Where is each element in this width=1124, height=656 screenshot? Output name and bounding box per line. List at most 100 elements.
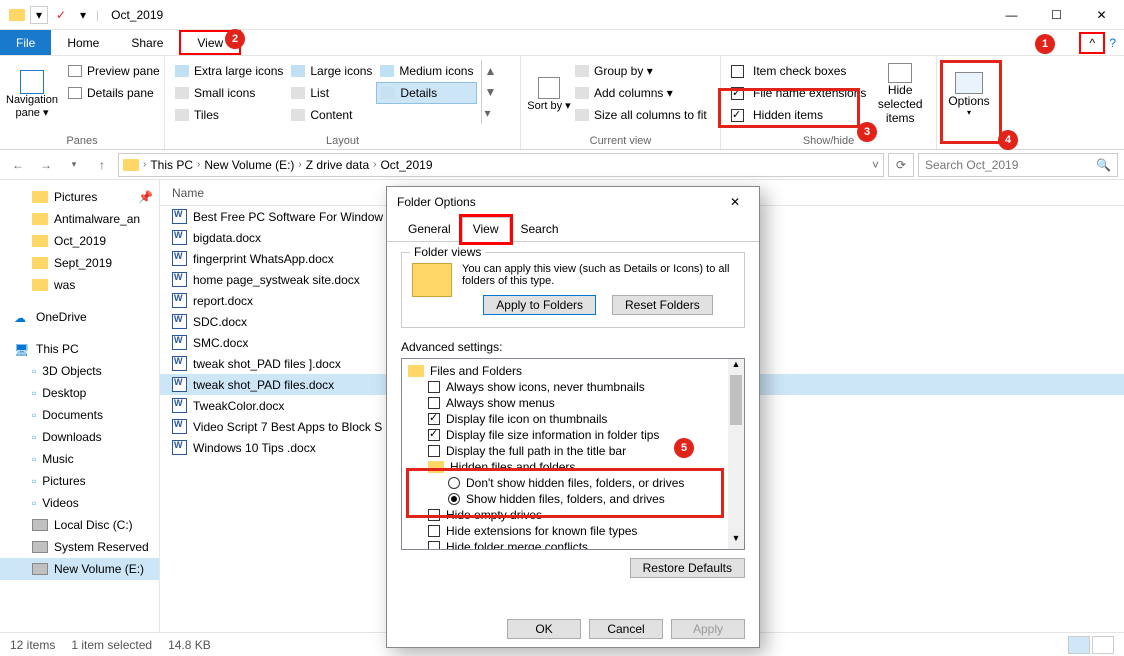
content-view-button[interactable]: Content xyxy=(287,104,376,126)
properties-icon[interactable]: ✓ xyxy=(52,6,70,24)
maximize-button[interactable]: ☐ xyxy=(1034,0,1079,30)
large-icons-button[interactable]: Large icons xyxy=(287,60,376,82)
word-document-icon xyxy=(172,230,187,245)
tab-file[interactable]: File xyxy=(0,30,51,55)
details-pane-button[interactable]: Details pane xyxy=(64,82,164,104)
forward-button[interactable]: → xyxy=(34,153,58,177)
word-document-icon xyxy=(172,398,187,413)
sidebar-item[interactable]: ▫Music xyxy=(0,448,159,470)
collapse-ribbon-button[interactable]: ^ xyxy=(1079,32,1105,54)
sidebar-item[interactable]: ▫Downloads xyxy=(0,426,159,448)
sidebar-item-this-pc[interactable]: 🖥This PC xyxy=(0,338,159,360)
word-document-icon xyxy=(172,314,187,329)
sidebar-item[interactable]: ▫Desktop xyxy=(0,382,159,404)
navigation-tree[interactable]: Pictures📌 Antimalware_an Oct_2019 Sept_2… xyxy=(0,180,160,632)
back-button[interactable]: ← xyxy=(6,153,30,177)
status-selected-count: 1 item selected xyxy=(71,638,152,652)
up-button[interactable]: ↑ xyxy=(90,153,114,177)
details-view-switch[interactable] xyxy=(1068,636,1090,654)
window-title: Oct_2019 xyxy=(111,8,163,22)
list-view-button[interactable]: List xyxy=(287,82,376,104)
refresh-button[interactable]: ⟳ xyxy=(888,153,914,177)
ok-button[interactable]: OK xyxy=(507,619,581,639)
sidebar-item[interactable]: Local Disc (C:) xyxy=(0,514,159,536)
advanced-setting-checkbox[interactable]: Hide folder merge conflicts xyxy=(406,539,724,550)
sidebar-item[interactable]: was xyxy=(0,274,159,296)
show-hidden-radio[interactable]: Show hidden files, folders, and drives xyxy=(406,491,724,507)
quick-access-dropdown-icon[interactable]: ▾ xyxy=(30,6,48,24)
dialog-close-button[interactable]: ✕ xyxy=(721,191,749,213)
details-view-button[interactable]: Details xyxy=(376,82,477,104)
breadcrumb-segment: Oct_2019 xyxy=(380,158,432,172)
dialog-tab-view[interactable]: View xyxy=(462,217,510,242)
sidebar-item[interactable]: System Reserved xyxy=(0,536,159,558)
sidebar-item[interactable]: ▫Videos xyxy=(0,492,159,514)
advanced-setting-checkbox[interactable]: Hide extensions for known file types xyxy=(406,523,724,539)
sidebar-item[interactable]: ▫Pictures xyxy=(0,470,159,492)
word-document-icon xyxy=(172,356,187,371)
reset-folders-button[interactable]: Reset Folders xyxy=(612,295,713,315)
word-document-icon xyxy=(172,440,187,455)
sidebar-item[interactable]: Sept_2019 xyxy=(0,252,159,274)
preview-pane-button[interactable]: Preview pane xyxy=(64,60,164,82)
close-button[interactable]: ✕ xyxy=(1079,0,1124,30)
advanced-setting-checkbox[interactable]: Always show menus xyxy=(406,395,724,411)
word-document-icon xyxy=(172,251,187,266)
sidebar-item[interactable]: ▫Documents xyxy=(0,404,159,426)
sidebar-item-onedrive[interactable]: ☁OneDrive xyxy=(0,306,159,328)
breadcrumb-segment: Z drive data xyxy=(306,158,369,172)
sidebar-item[interactable]: ▫3D Objects xyxy=(0,360,159,382)
dialog-tab-search[interactable]: Search xyxy=(510,217,570,241)
item-check-boxes-toggle[interactable]: Item check boxes xyxy=(727,60,870,82)
group-by-button[interactable]: Group by ▾ xyxy=(571,60,711,82)
apply-to-folders-button[interactable]: Apply to Folders xyxy=(483,295,596,315)
sidebar-item[interactable]: Antimalware_an xyxy=(0,208,159,230)
layout-scroll-icon[interactable]: ▲▼▾ xyxy=(481,60,495,124)
dont-show-hidden-radio[interactable]: Don't show hidden files, folders, or dri… xyxy=(406,475,724,491)
extra-large-icons-button[interactable]: Extra large icons xyxy=(171,60,287,82)
sort-by-button[interactable]: Sort by ▾ xyxy=(527,60,571,128)
qat-overflow-icon[interactable]: ▾ xyxy=(74,6,92,24)
add-columns-button[interactable]: Add columns ▾ xyxy=(571,82,711,104)
small-icons-button[interactable]: Small icons xyxy=(171,82,287,104)
hide-selected-items-button[interactable]: Hide selected items xyxy=(870,60,930,128)
annotation-badge-5: 5 xyxy=(674,438,694,458)
search-input[interactable]: Search Oct_2019 🔍 xyxy=(918,153,1118,177)
sidebar-item[interactable]: New Volume (E:) xyxy=(0,558,159,580)
breadcrumb-dropdown-icon[interactable]: ˅ xyxy=(872,158,879,172)
breadcrumb-folder-icon xyxy=(123,159,139,171)
navigation-pane-button[interactable]: Navigation pane ▾ xyxy=(6,60,58,128)
tiles-view-button[interactable]: Tiles xyxy=(171,104,287,126)
help-icon[interactable]: ? xyxy=(1109,36,1116,50)
medium-icons-button[interactable]: Medium icons xyxy=(376,60,477,82)
advanced-settings-scrollbar[interactable]: ▲ ▼ xyxy=(728,359,744,549)
options-button[interactable]: Options ▾ xyxy=(943,60,995,128)
breadcrumb-segment: This PC xyxy=(150,158,193,172)
hidden-items-toggle[interactable]: Hidden items xyxy=(727,104,870,126)
word-document-icon xyxy=(172,377,187,392)
minimize-button[interactable]: — xyxy=(989,0,1034,30)
apply-button[interactable]: Apply xyxy=(671,619,745,639)
advanced-setting-checkbox[interactable]: Hide empty drives xyxy=(406,507,724,523)
advanced-setting-checkbox[interactable]: Display file icon on thumbnails xyxy=(406,411,724,427)
current-view-group-label: Current view xyxy=(521,135,720,149)
advanced-settings-list[interactable]: Files and Folders Always show icons, nev… xyxy=(401,358,745,550)
large-icons-view-switch[interactable] xyxy=(1092,636,1114,654)
size-columns-button[interactable]: Size all columns to fit xyxy=(571,104,711,126)
navigation-pane-icon xyxy=(20,70,44,94)
cancel-button[interactable]: Cancel xyxy=(589,619,663,639)
breadcrumb[interactable]: › This PC› New Volume (E:)› Z drive data… xyxy=(118,153,884,177)
advanced-setting-checkbox[interactable]: Always show icons, never thumbnails xyxy=(406,379,724,395)
tab-share[interactable]: Share xyxy=(115,30,179,55)
tab-home[interactable]: Home xyxy=(51,30,115,55)
restore-defaults-button[interactable]: Restore Defaults xyxy=(630,558,745,578)
history-dropdown-icon[interactable]: ▾ xyxy=(62,153,86,177)
file-name: fingerprint WhatsApp.docx xyxy=(193,252,334,266)
xl-icons-icon xyxy=(175,65,189,77)
dialog-tab-general[interactable]: General xyxy=(397,217,462,241)
sidebar-item-pictures-qa[interactable]: Pictures📌 xyxy=(0,186,159,208)
hidden-files-folders-header: Hidden files and folders xyxy=(450,460,575,474)
folder-options-dialog: Folder Options ✕ General View Search Fol… xyxy=(386,186,760,648)
sidebar-item[interactable]: Oct_2019 xyxy=(0,230,159,252)
file-name-extensions-toggle[interactable]: File name extensions xyxy=(727,82,870,104)
